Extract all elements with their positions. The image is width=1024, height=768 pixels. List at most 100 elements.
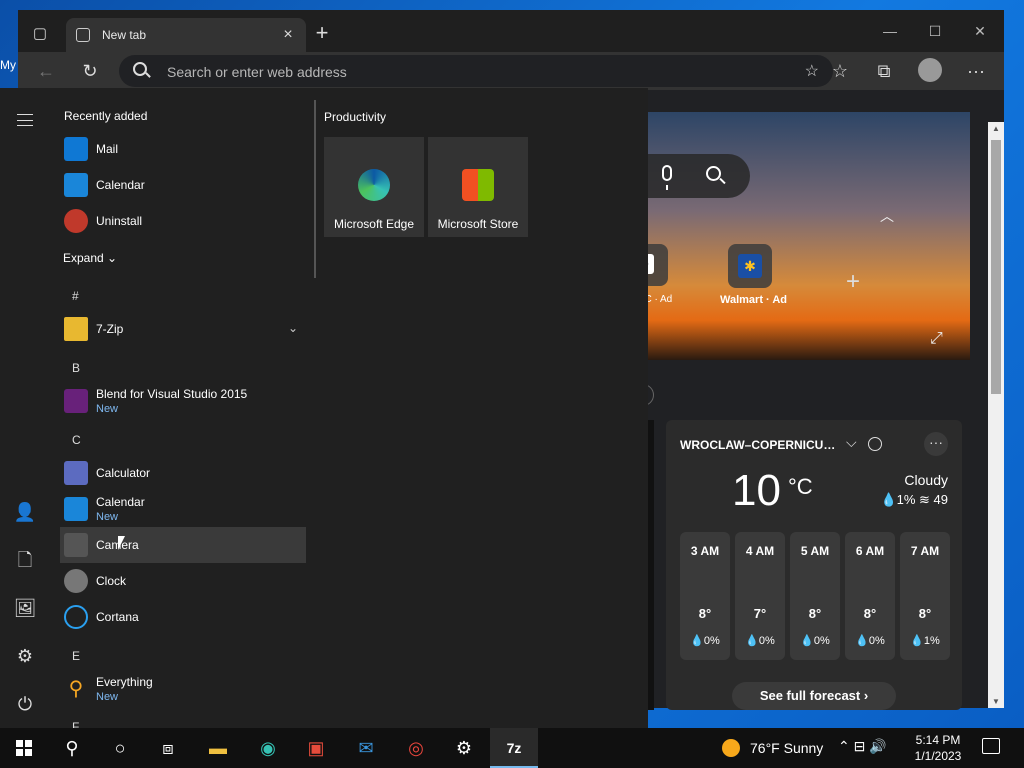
weather-card: WROCLAW–COPERNICU… ⌵ ··· 10 °C Cloudy 💧1…	[666, 420, 962, 710]
list-item-clock[interactable]: Clock	[60, 563, 306, 599]
refresh-icon[interactable]: ↻	[76, 57, 104, 85]
hour-precip: 💧0%	[690, 635, 720, 647]
app-name: Calendar	[96, 495, 145, 509]
new-badge: New	[96, 691, 119, 703]
browser-toolbar: ← ↻ Search or enter web address ☆ ☆ ⧉ ··…	[18, 52, 1004, 90]
hour-temp: 8°	[863, 606, 877, 621]
start-button[interactable]	[0, 728, 48, 768]
chrome-icon[interactable]: ◎	[392, 728, 440, 768]
mouse-cursor	[118, 536, 125, 550]
address-input[interactable]: Search or enter web address	[167, 64, 347, 80]
hour-card[interactable]: 4 AM 7° 💧0%	[735, 532, 785, 660]
power-icon[interactable]: ⏻	[0, 680, 50, 728]
hour-temp: 8°	[698, 606, 712, 621]
tab-actions-icon[interactable]: ▢	[26, 20, 54, 48]
more-options-button[interactable]: ···	[924, 432, 948, 456]
hour-card[interactable]: 3 AM 8° 💧0%	[680, 532, 730, 660]
menu-button[interactable]	[0, 92, 50, 140]
documents-icon[interactable]: 🗋	[0, 536, 50, 584]
hour-time: 6 AM	[855, 544, 885, 558]
list-item-calculator[interactable]: Calculator	[60, 455, 306, 491]
desktop-icon-label[interactable]: My	[0, 58, 16, 72]
file-explorer-icon[interactable]: ▬	[194, 728, 242, 768]
settings-gear-icon[interactable]: ⚙	[0, 632, 50, 680]
clock-date: 1/1/2023	[914, 749, 962, 763]
tab-new-tab[interactable]: New tab ×	[66, 18, 306, 52]
list-item-everything[interactable]: ⚲ Everything New	[60, 671, 306, 707]
expand-icon[interactable]: ⤢	[930, 330, 943, 348]
globe-icon[interactable]	[868, 437, 882, 451]
page-scrollbar[interactable]: ▲ ▼	[988, 122, 1004, 708]
collections-icon[interactable]: ⧉	[870, 57, 898, 85]
visual-studio-blend-icon	[64, 389, 88, 413]
letter-header[interactable]: #	[72, 289, 79, 303]
hero-background: ︿ Q QVC · Ad ✱ Walmart · Ad + ⤢	[630, 112, 970, 360]
new-tab-button[interactable]: +	[310, 22, 334, 46]
task-view-icon[interactable]: ⧈	[144, 728, 192, 768]
scroll-down-arrow-icon[interactable]: ▼	[992, 697, 1000, 706]
add-quick-link-button[interactable]: +	[846, 268, 860, 296]
settings-gear-icon[interactable]: ⚙	[440, 728, 488, 768]
store-icon[interactable]: ▣	[292, 728, 340, 768]
profile-avatar[interactable]	[918, 58, 942, 82]
tile-microsoft-edge[interactable]: Microsoft Edge	[324, 137, 424, 237]
chevron-down-icon: ⌄	[287, 321, 298, 335]
quick-link-walmart[interactable]: ✱	[728, 244, 772, 288]
seven-zip-icon[interactable]: 7z	[490, 728, 538, 768]
scroll-up-arrow-icon[interactable]: ▲	[992, 124, 1000, 133]
chevron-up-icon[interactable]: ︿	[880, 206, 894, 226]
tile-group-title: Productivity	[324, 110, 387, 124]
scrollbar-thumb[interactable]	[991, 140, 1001, 394]
list-item-calendar[interactable]: Calendar New	[60, 491, 306, 527]
expand-button[interactable]: Expand ⌄	[63, 251, 117, 265]
search-icon[interactable]: ⚲	[48, 728, 96, 768]
edge-icon[interactable]: ◉	[244, 728, 292, 768]
start-rail: 👤 🗋 🖼 ⚙ ⏻	[0, 88, 50, 728]
hour-card[interactable]: 6 AM 8° 💧0%	[845, 532, 895, 660]
letter-header[interactable]: B	[72, 361, 80, 375]
cortana-icon[interactable]: ○	[96, 728, 144, 768]
tab-title: New tab	[102, 28, 147, 42]
letter-header[interactable]: E	[72, 649, 80, 663]
maximize-button[interactable]: ☐	[915, 20, 955, 42]
magnifier-icon: ⚲	[68, 678, 84, 700]
minimize-button[interactable]: —	[870, 20, 910, 42]
taskbar-clock[interactable]: 5:14 PM 1/1/2023	[906, 732, 970, 764]
see-full-forecast-button[interactable]: See full forecast ›	[732, 682, 896, 710]
more-menu-icon[interactable]: ···	[962, 57, 990, 85]
favorites-icon[interactable]: ☆	[826, 57, 854, 85]
notification-icon[interactable]	[982, 738, 1000, 754]
letter-header[interactable]: C	[72, 433, 81, 447]
pictures-icon[interactable]: 🖼	[0, 584, 50, 632]
mail-icon[interactable]: ✉	[342, 728, 390, 768]
user-account-icon[interactable]: 👤	[0, 488, 50, 536]
address-bar[interactable]: Search or enter web address ☆	[119, 55, 833, 87]
list-item-calendar[interactable]: Calendar	[60, 167, 306, 203]
taskbar-weather[interactable]: 76°F Sunny	[750, 740, 823, 756]
hour-time: 5 AM	[800, 544, 830, 558]
edge-icon	[358, 169, 390, 201]
back-arrow-icon[interactable]: ←	[32, 57, 60, 85]
tile-microsoft-store[interactable]: Microsoft Store	[428, 137, 528, 237]
list-item-mail[interactable]: Mail	[60, 131, 306, 167]
system-tray-icons[interactable]: ⌃ ⊟ 🔊	[838, 738, 887, 755]
letter-header[interactable]: F	[72, 720, 79, 728]
close-window-button[interactable]: ✕	[960, 20, 1000, 42]
weather-sun-icon[interactable]	[722, 739, 740, 757]
list-item-7zip[interactable]: 7-Zip ⌄	[60, 311, 306, 347]
web-search-box[interactable]	[630, 154, 750, 198]
add-favorite-icon[interactable]: ☆	[805, 61, 819, 81]
search-icon[interactable]	[706, 166, 721, 181]
list-item-uninstall[interactable]: Uninstall	[60, 203, 306, 239]
chevron-down-icon[interactable]: ⌵	[846, 434, 857, 451]
calendar-icon	[64, 497, 88, 521]
tab-close-icon[interactable]: ×	[278, 25, 298, 45]
list-item-cortana[interactable]: Cortana	[60, 599, 306, 635]
hour-card[interactable]: 5 AM 8° 💧0%	[790, 532, 840, 660]
microphone-icon[interactable]	[662, 165, 672, 190]
list-item-camera[interactable]: Camera	[60, 527, 306, 563]
list-item-blend[interactable]: Blend for Visual Studio 2015 New	[60, 383, 306, 419]
hour-card[interactable]: 7 AM 8° 💧1%	[900, 532, 950, 660]
weather-location[interactable]: WROCLAW–COPERNICU…	[680, 438, 835, 452]
chevron-down-icon: ⌄	[107, 251, 118, 265]
